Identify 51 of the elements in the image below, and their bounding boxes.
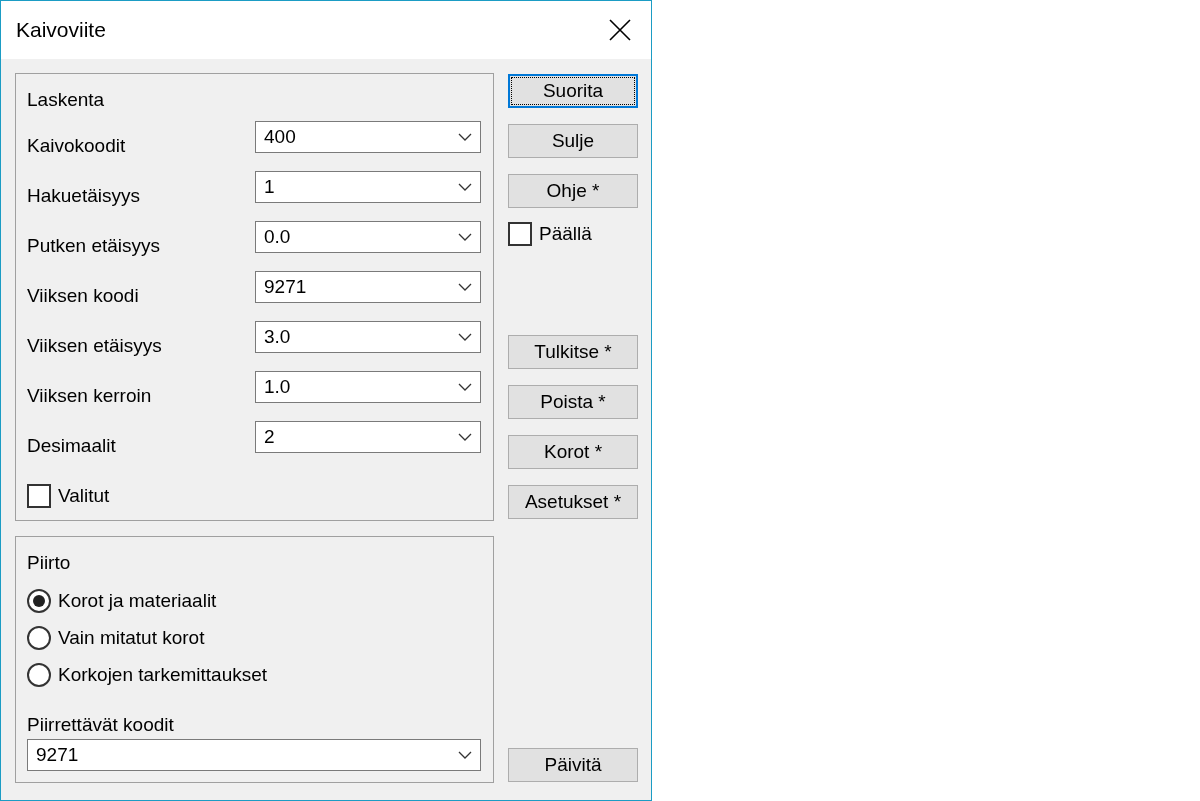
dialog-button[interactable]: Päivitä — [508, 748, 638, 782]
combo-box[interactable]: 1.0 — [255, 371, 481, 403]
window-title: Kaivoviite — [16, 18, 106, 42]
field-label: Kaivokoodit — [27, 134, 127, 158]
dialog-button[interactable]: Suorita — [508, 74, 638, 108]
radio-button[interactable] — [27, 589, 51, 613]
radio-button[interactable] — [27, 663, 51, 687]
chevron-down-icon — [458, 233, 472, 241]
combo-box[interactable]: 9271 — [27, 739, 481, 771]
close-icon[interactable] — [609, 19, 631, 41]
radio-label: Vain mitatut korot — [58, 627, 205, 649]
chevron-down-icon — [458, 133, 472, 141]
checkbox-label: Valitut — [58, 485, 110, 507]
radio-option[interactable]: Korot ja materiaalit — [27, 589, 482, 613]
field-label: Viiksen koodi — [27, 284, 140, 308]
chevron-down-icon — [458, 333, 472, 341]
field-label: Viiksen kerroin — [27, 384, 153, 408]
checkbox[interactable]: Valitut — [27, 484, 482, 508]
chevron-down-icon — [458, 751, 472, 759]
dialog-button[interactable]: Poista * — [508, 385, 638, 419]
radio-option[interactable]: Korkojen tarkemittaukset — [27, 663, 482, 687]
combo-box[interactable]: 1 — [255, 171, 481, 203]
field-label: Putken etäisyys — [27, 234, 162, 258]
dialog-button[interactable]: Ohje * — [508, 174, 638, 208]
field-label: Viiksen etäisyys — [27, 334, 163, 358]
checkbox-label: Päällä — [539, 223, 592, 245]
field-label: Desimaalit — [27, 434, 117, 458]
dialog-button[interactable]: Asetukset * — [508, 485, 638, 519]
combo-box[interactable]: 0.0 — [255, 221, 481, 253]
chevron-down-icon — [458, 283, 472, 291]
chevron-down-icon — [458, 433, 472, 441]
combo-box[interactable]: 400 — [255, 121, 481, 153]
radio-button[interactable] — [27, 626, 51, 650]
group-title: Laskenta — [27, 88, 106, 112]
dialog-button[interactable]: Tulkitse * — [508, 335, 638, 369]
checkbox-box[interactable] — [508, 222, 532, 246]
combo-box[interactable]: 3.0 — [255, 321, 481, 353]
field-label: Piirrettävät koodit — [27, 713, 175, 737]
checkbox[interactable]: Päällä — [508, 222, 638, 246]
chevron-down-icon — [458, 383, 472, 391]
radio-option[interactable]: Vain mitatut korot — [27, 626, 482, 650]
dialog-button[interactable]: Korot * — [508, 435, 638, 469]
radio-label: Korot ja materiaalit — [58, 590, 217, 612]
combo-box[interactable]: 9271 — [255, 271, 481, 303]
group-title: Piirto — [27, 551, 72, 575]
field-label: Hakuetäisyys — [27, 184, 141, 208]
dialog-button[interactable]: Sulje — [508, 124, 638, 158]
checkbox-box[interactable] — [27, 484, 51, 508]
chevron-down-icon — [458, 183, 472, 191]
radio-label: Korkojen tarkemittaukset — [58, 664, 268, 686]
combo-box[interactable]: 2 — [255, 421, 481, 453]
